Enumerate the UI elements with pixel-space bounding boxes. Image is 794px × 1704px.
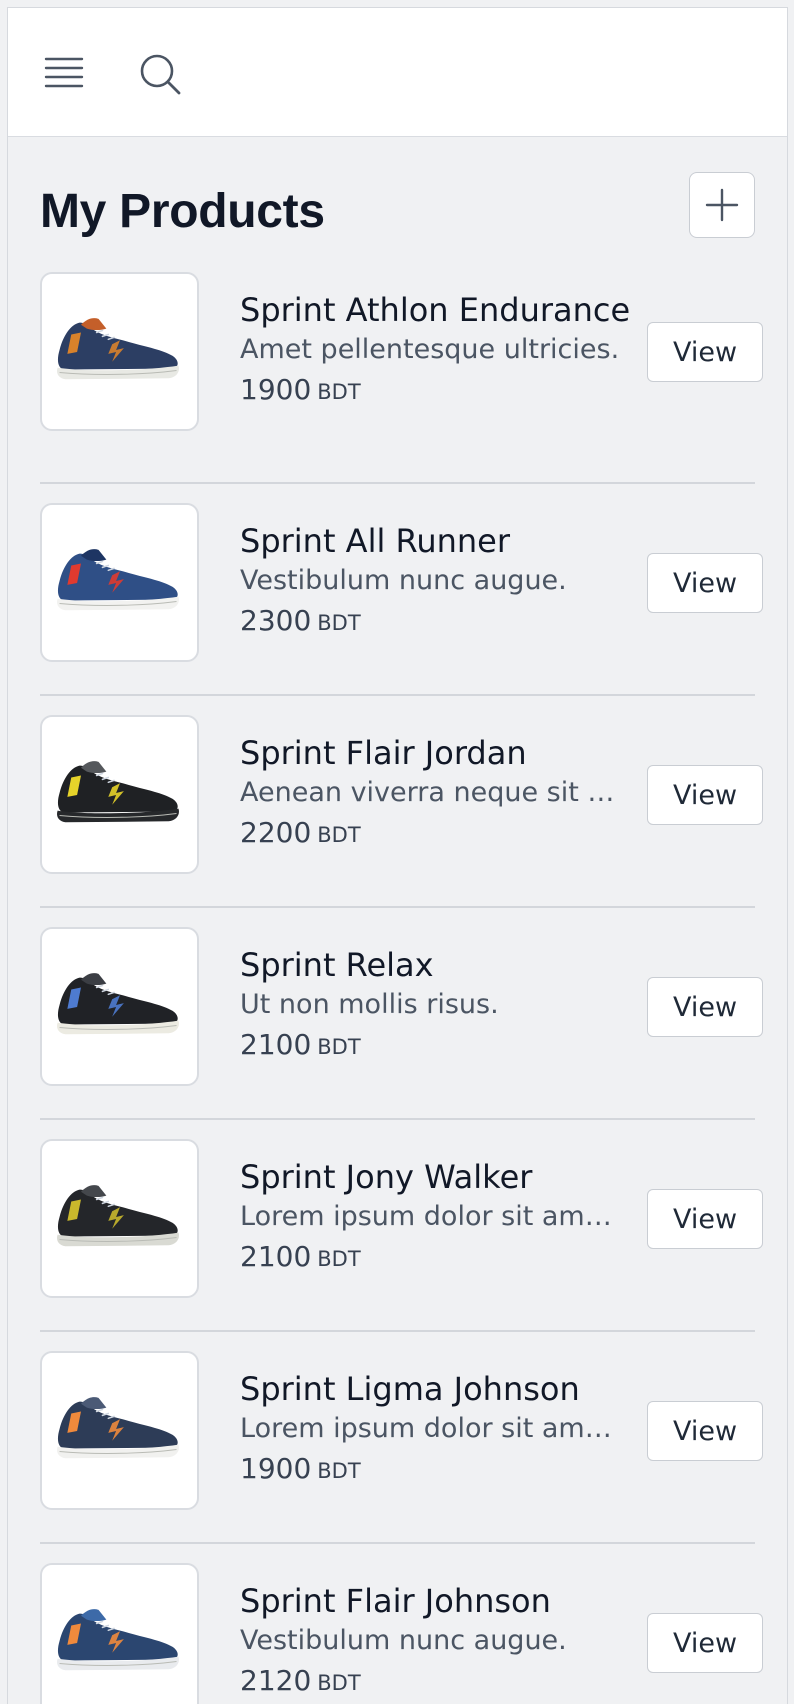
product-list: Sprint Athlon Endurance Amet pellentesque… — [40, 272, 763, 1704]
product-info: Sprint Ligma Johnson Lorem ipsum dolor si… — [240, 1369, 620, 1491]
product-info: Sprint All Runner Vestibulum nunc augue. 2… — [240, 521, 620, 643]
price-value: 2300 — [240, 604, 312, 637]
sneaker-icon — [57, 318, 179, 380]
product-price: 2100 BDT — [240, 1237, 620, 1279]
price-currency: BDT — [317, 1247, 361, 1271]
price-currency: BDT — [317, 823, 361, 847]
product-info: Sprint Jony Walker Lorem ipsum dolor sit … — [240, 1157, 620, 1279]
product-name: Sprint Athlon Endurance — [240, 291, 631, 329]
sneaker-icon — [57, 1185, 179, 1247]
product-list-item: Sprint Ligma Johnson Lorem ipsum dolor si… — [40, 1330, 763, 1542]
product-image — [40, 927, 199, 1086]
price-value: 2100 — [240, 1028, 312, 1061]
product-name: Sprint Relax — [240, 946, 434, 984]
app-frame: My Products Sprint Athlon Endurance Amet … — [7, 7, 788, 1704]
price-value: 1900 — [240, 373, 312, 406]
sneaker-icon — [57, 1609, 179, 1671]
price-currency: BDT — [317, 1671, 361, 1695]
product-image — [40, 1563, 199, 1704]
product-price: 2100 BDT — [240, 1025, 620, 1067]
product-info: Sprint Flair Jordan Aenean viverra neque … — [240, 733, 620, 855]
view-product-button[interactable]: View — [647, 977, 763, 1037]
product-name: Sprint Flair Johnson — [240, 1582, 551, 1620]
price-currency: BDT — [317, 611, 361, 635]
view-product-button[interactable]: View — [647, 1401, 763, 1461]
product-image — [40, 503, 199, 662]
product-description: Vestibulum nunc augue. — [240, 565, 567, 596]
product-image — [40, 1351, 199, 1510]
product-image — [40, 715, 199, 874]
top-navigation-bar — [8, 8, 787, 137]
product-name: Sprint Jony Walker — [240, 1158, 533, 1196]
view-product-button[interactable]: View — [647, 1189, 763, 1249]
view-product-button[interactable]: View — [647, 322, 763, 382]
product-price: 2200 BDT — [240, 813, 620, 855]
product-info: Sprint Athlon Endurance Amet pellentesque… — [240, 290, 631, 412]
product-price: 1900 BDT — [240, 1449, 620, 1491]
price-value: 2120 — [240, 1664, 312, 1697]
view-product-button[interactable]: View — [647, 1613, 763, 1673]
price-currency: BDT — [317, 1035, 361, 1059]
product-name: Sprint Ligma Johnson — [240, 1370, 580, 1408]
price-currency: BDT — [317, 380, 361, 404]
product-description: Lorem ipsum dolor sit amet. — [240, 1413, 620, 1444]
product-list-item: Sprint Relax Ut non mollis risus. 2100 BDT V… — [40, 906, 763, 1118]
product-description: Vestibulum nunc augue. — [240, 1625, 567, 1656]
product-price: 1900 BDT — [240, 370, 620, 412]
product-price: 2300 BDT — [240, 601, 620, 643]
product-image — [40, 272, 199, 431]
add-product-button[interactable] — [689, 172, 755, 238]
product-list-item: Sprint Flair Jordan Aenean viverra neque … — [40, 694, 763, 906]
product-description: Aenean viverra neque sit amet. — [240, 777, 620, 808]
product-info: Sprint Flair Johnson Vestibulum nunc augu… — [240, 1581, 620, 1703]
hamburger-menu-icon[interactable] — [44, 56, 86, 90]
sneaker-icon — [57, 761, 179, 823]
product-price: 2120 BDT — [240, 1661, 620, 1703]
view-product-button[interactable]: View — [647, 553, 763, 613]
product-list-item: Sprint Jony Walker Lorem ipsum dolor sit … — [40, 1118, 763, 1330]
view-product-button[interactable]: View — [647, 765, 763, 825]
sneaker-icon — [57, 549, 179, 611]
product-info: Sprint Relax Ut non mollis risus. 2100 BDT — [240, 945, 620, 1067]
sneaker-icon — [57, 973, 179, 1035]
product-description: Amet pellentesque ultricies. — [240, 334, 620, 365]
price-value: 2100 — [240, 1240, 312, 1273]
product-description: Lorem ipsum dolor sit amet, consectetur. — [240, 1201, 620, 1232]
sneaker-icon — [57, 1397, 179, 1459]
product-name: Sprint All Runner — [240, 522, 510, 560]
product-list-item: Sprint All Runner Vestibulum nunc augue. 2… — [40, 482, 763, 694]
product-name: Sprint Flair Jordan — [240, 734, 527, 772]
product-list-item: Sprint Athlon Endurance Amet pellentesque… — [40, 272, 763, 482]
price-value: 2200 — [240, 816, 312, 849]
product-description: Ut non mollis risus. — [240, 989, 499, 1020]
price-currency: BDT — [317, 1459, 361, 1483]
page-title: My Products — [40, 185, 325, 238]
search-icon[interactable] — [138, 52, 184, 98]
price-value: 1900 — [240, 1452, 312, 1485]
product-image — [40, 1139, 199, 1298]
plus-icon — [705, 188, 739, 222]
product-list-item: Sprint Flair Johnson Vestibulum nunc augu… — [40, 1542, 763, 1704]
